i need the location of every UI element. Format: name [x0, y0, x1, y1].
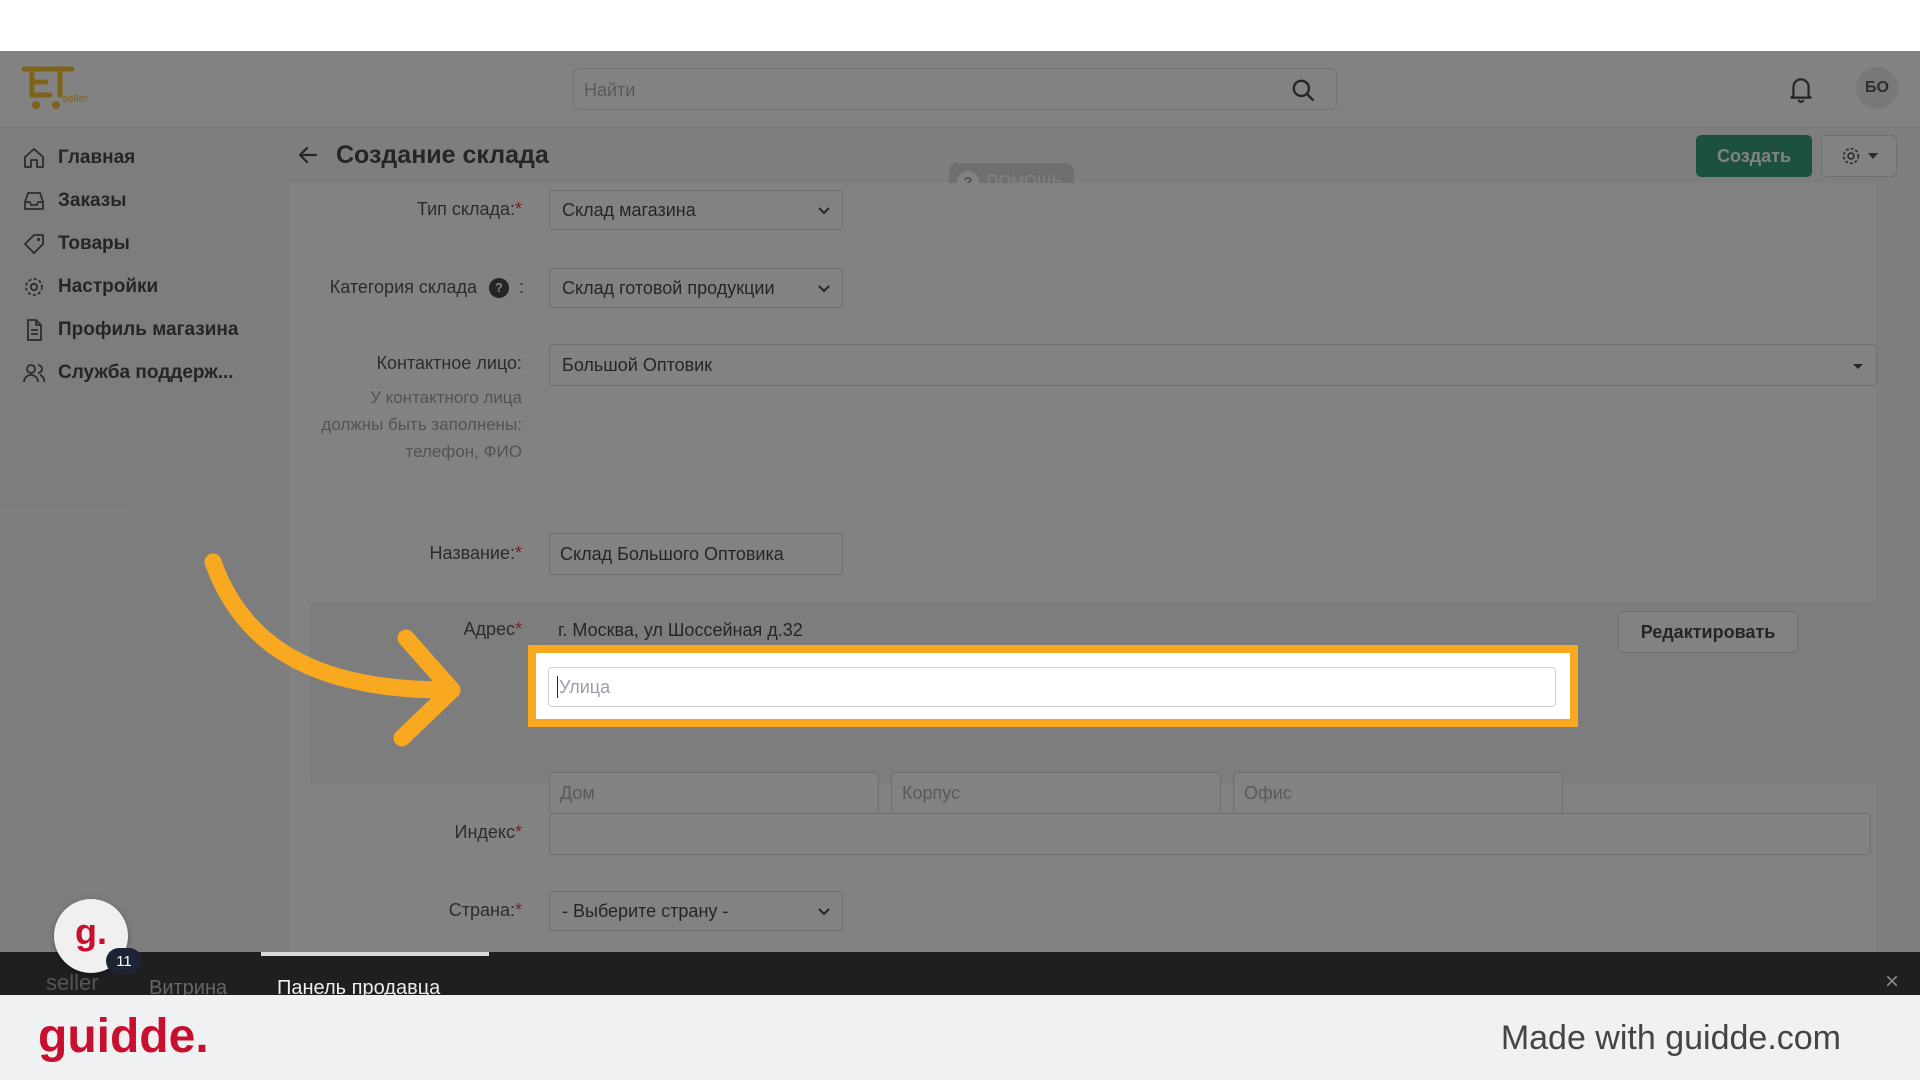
chevron-down-icon	[818, 207, 830, 215]
gear-icon	[25, 278, 43, 296]
name-field[interactable]: Склад Большого Оптовика	[549, 533, 843, 575]
app-window: seller Найти БО Главная Заказы Товары На…	[0, 51, 1920, 995]
search-icon[interactable]	[1290, 77, 1316, 103]
gear-icon	[1842, 147, 1860, 165]
index-label: Индекс*	[454, 822, 522, 842]
index-field[interactable]	[549, 813, 1871, 855]
bottom-strip: seller Витрина Панель продавца ×	[0, 952, 1920, 999]
strip-close-icon[interactable]: ×	[1885, 968, 1899, 996]
badge-count: 11	[116, 952, 132, 970]
country-label-text: Страна:	[448, 900, 515, 920]
document-icon	[27, 319, 42, 341]
home-icon	[24, 148, 44, 168]
back-arrow-icon[interactable]	[296, 143, 320, 167]
address-value: г. Москва, ул Шоссейная д.32	[558, 620, 803, 640]
highlight-frame: Улица	[528, 645, 1578, 727]
top-bar: seller Найти БО	[0, 51, 1920, 128]
guidde-footer: guidde. Made with guidde.com	[0, 995, 1920, 1080]
office-field[interactable]: Офис	[1233, 772, 1563, 814]
create-button-label: Создать	[1716, 145, 1792, 166]
building-field[interactable]: Корпус	[891, 772, 1221, 814]
sidebar-item-label: Заказы	[58, 190, 127, 211]
strip-logo-text: seller	[46, 970, 99, 995]
sidebar-item-label: Товары	[58, 233, 130, 254]
users-icon	[23, 364, 46, 383]
sidebar-item-store-profile[interactable]: Профиль магазина	[22, 315, 238, 345]
sidebar-item-label: Профиль магазина	[58, 319, 239, 340]
contact-hint: У контактного лица должны быть заполнены…	[321, 388, 522, 461]
country-select-value: - Выберите страну -	[562, 900, 729, 921]
contact-label: Контактное лицо:	[376, 353, 522, 373]
settings-dropdown-button[interactable]	[1821, 135, 1897, 177]
sidebar-item-label: Настройки	[58, 276, 159, 297]
chevron-down-icon	[818, 908, 830, 916]
category-colon: :	[518, 277, 524, 297]
contact-select-value: Большой Оптовик	[562, 354, 713, 375]
guidde-brand[interactable]: guidde.	[38, 1009, 209, 1064]
guidde-g-icon: g.	[75, 911, 107, 952]
bell-icon[interactable]	[1788, 75, 1814, 103]
sidebar-item-label: Главная	[58, 147, 136, 168]
category-label: Категория склада ? :	[300, 277, 524, 298]
street-field[interactable]: Улица	[548, 667, 1556, 707]
sidebar-item-label: Служба поддерж...	[58, 362, 234, 383]
house-placeholder: Дом	[560, 782, 595, 803]
text-cursor	[557, 676, 558, 698]
notification-badge: 11	[106, 948, 142, 974]
category-select[interactable]: Склад готовой продукции	[549, 268, 843, 308]
sidebar-item-home[interactable]: Главная	[22, 143, 135, 173]
country-label: Страна:*	[448, 900, 522, 920]
logo[interactable]: seller	[20, 63, 100, 113]
caret-down-icon	[1853, 364, 1863, 369]
building-placeholder: Корпус	[902, 782, 961, 803]
logo-text: seller	[62, 93, 89, 105]
street-placeholder: Улица	[559, 676, 611, 697]
category-select-value: Склад готовой продукции	[562, 277, 775, 298]
edit-address-button[interactable]: Редактировать	[1618, 611, 1798, 653]
strip-progress	[261, 952, 489, 956]
pointer-arrow-icon	[204, 553, 461, 747]
inbox-icon	[24, 192, 44, 210]
house-field[interactable]: Дом	[549, 772, 879, 814]
avatar[interactable]: БО	[1856, 67, 1898, 109]
question-circle-icon[interactable]: ?	[488, 277, 509, 298]
country-select[interactable]: - Выберите страну -	[549, 891, 843, 931]
type-label-text: Тип склада:	[416, 199, 515, 219]
form-panel	[290, 183, 1876, 995]
index-label-text: Индекс	[454, 822, 515, 842]
category-label-text: Категория склада	[329, 277, 477, 297]
contact-select[interactable]: Большой Оптовик	[549, 344, 1877, 386]
made-with-text: Made with guidde.com	[1500, 1019, 1841, 1057]
office-placeholder: Офис	[1244, 782, 1292, 803]
type-select-value: Склад магазина	[562, 199, 696, 220]
edit-address-label: Редактировать	[1640, 621, 1776, 642]
sidebar-item-orders[interactable]: Заказы	[22, 186, 126, 216]
name-field-value: Склад Большого Оптовика	[560, 543, 784, 564]
caret-down-icon	[1868, 153, 1878, 159]
sidebar-item-settings[interactable]: Настройки	[22, 272, 158, 302]
create-button[interactable]: Создать	[1696, 135, 1812, 177]
sidebar-item-products[interactable]: Товары	[22, 229, 130, 259]
search-input[interactable]: Найти	[573, 68, 1337, 110]
page-title: Создание склада	[336, 141, 549, 169]
chevron-down-icon	[818, 285, 830, 293]
type-select[interactable]: Склад магазина	[549, 190, 843, 230]
sidebar-item-support[interactable]: Служба поддерж...	[22, 358, 234, 388]
avatar-initials: БО	[1865, 79, 1889, 96]
tag-icon	[24, 234, 44, 254]
type-label: Тип склада:*	[416, 199, 522, 219]
search-placeholder: Найти	[584, 80, 636, 100]
